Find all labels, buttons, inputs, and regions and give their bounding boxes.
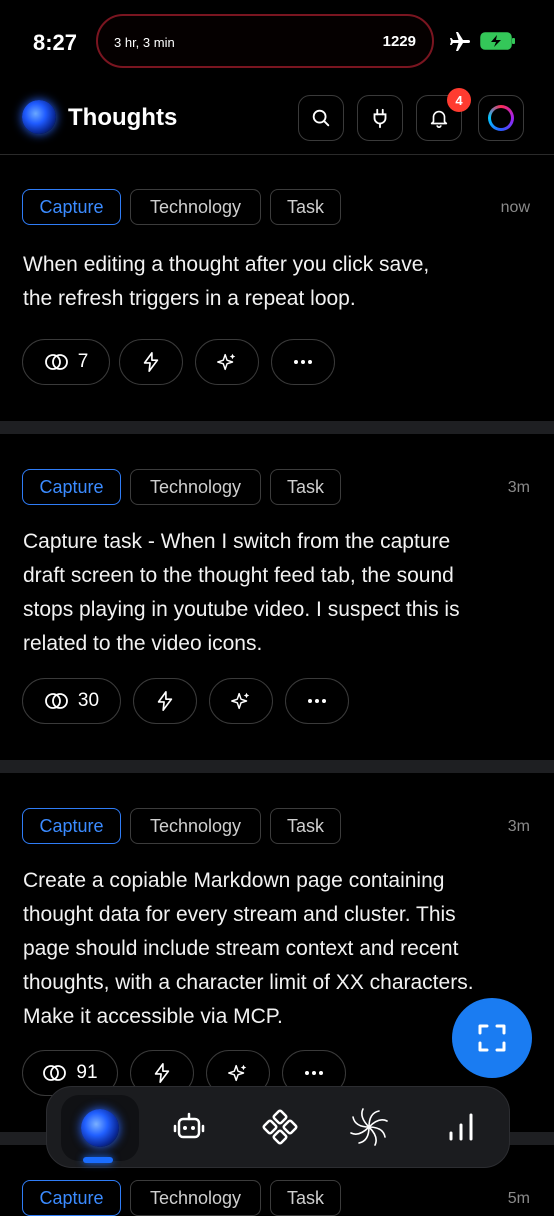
bell-icon	[430, 110, 448, 128]
tag-task[interactable]: Task	[270, 808, 341, 844]
thought-timestamp: 3m	[507, 818, 530, 835]
avatar	[488, 105, 514, 131]
ellipsis-icon	[305, 1071, 323, 1075]
tag-capture[interactable]: Capture	[22, 808, 121, 844]
tag-technology[interactable]: Technology	[130, 469, 261, 505]
lightning-icon	[154, 1063, 170, 1083]
tag-capture[interactable]: Capture	[22, 469, 121, 505]
links-button[interactable]: 30	[22, 678, 121, 724]
notifications-button[interactable]: 4	[416, 88, 471, 141]
lightning-icon	[143, 352, 159, 372]
thought-timestamp: 5m	[507, 1190, 530, 1207]
ellipsis-icon	[308, 699, 326, 703]
app-header: Thoughts 4	[0, 84, 554, 155]
overlap-circles-icon	[45, 693, 68, 709]
activity-duration: 3 hr, 3 min	[114, 35, 175, 50]
overlap-circles-icon	[43, 1065, 67, 1081]
tag-technology[interactable]: Technology	[130, 808, 261, 844]
robot-icon	[173, 1112, 205, 1139]
bar-chart-icon	[449, 1113, 473, 1141]
sparkle-icon	[228, 1064, 247, 1082]
quick-action-button[interactable]	[133, 678, 197, 724]
airplane-icon	[450, 32, 470, 51]
search-icon	[312, 109, 330, 127]
thought-timestamp: 3m	[507, 479, 530, 496]
tag-capture[interactable]: Capture	[22, 1180, 121, 1216]
activity-value: 1229	[382, 33, 416, 50]
sparkle-icon	[217, 353, 236, 371]
status-time: 8:27	[33, 30, 78, 55]
capture-fab[interactable]	[452, 998, 532, 1078]
ai-button[interactable]	[209, 678, 273, 724]
tag-task[interactable]: Task	[270, 189, 341, 225]
quick-action-button[interactable]	[119, 339, 183, 385]
lightning-icon	[157, 691, 173, 711]
integrations-button[interactable]	[357, 95, 403, 141]
more-button[interactable]	[285, 678, 349, 724]
app-logo	[22, 100, 56, 134]
nav-clusters[interactable]	[258, 1105, 302, 1149]
thought-timestamp: now	[500, 199, 530, 216]
more-button[interactable]	[271, 339, 335, 385]
card-divider	[0, 421, 554, 434]
ai-button[interactable]	[195, 339, 259, 385]
link-count: 7	[77, 351, 89, 372]
card-divider	[0, 760, 554, 773]
orb-icon	[81, 1109, 119, 1147]
page-title: Thoughts	[68, 104, 178, 131]
nav-thoughts[interactable]	[61, 1095, 139, 1161]
thought-text: Capture task - When I switch from the ca…	[23, 530, 460, 655]
nodes-icon	[262, 1109, 298, 1145]
link-count: 30	[77, 690, 100, 711]
ellipsis-icon	[294, 360, 312, 364]
tag-capture[interactable]: Capture	[22, 189, 121, 225]
plug-icon	[373, 108, 387, 129]
tag-technology[interactable]: Technology	[130, 1180, 261, 1216]
active-tab-indicator	[83, 1157, 113, 1163]
search-button[interactable]	[298, 95, 344, 141]
tag-task[interactable]: Task	[270, 469, 341, 505]
scan-frame-icon	[478, 1024, 506, 1052]
links-button[interactable]: 7	[22, 339, 110, 385]
thought-text: Create a copiable Markdown page containi…	[23, 869, 474, 1028]
dynamic-island-activity[interactable]: 3 hr, 3 min 1229	[96, 14, 434, 68]
profile-button[interactable]	[478, 95, 524, 141]
spiral-icon	[350, 1108, 388, 1146]
thought-text: When editing a thought after you click s…	[23, 253, 430, 310]
sparkle-icon	[231, 692, 250, 710]
link-count: 91	[76, 1062, 98, 1083]
bottom-nav	[46, 1086, 510, 1168]
nav-insights[interactable]	[439, 1105, 483, 1149]
status-bar: 8:27 3 hr, 3 min 1229	[0, 0, 554, 84]
battery-icon	[480, 32, 515, 50]
overlap-circles-icon	[44, 354, 68, 370]
notification-badge: 4	[447, 88, 471, 112]
nav-assistant[interactable]	[167, 1105, 211, 1149]
nav-streams[interactable]	[347, 1105, 391, 1149]
tag-task[interactable]: Task	[270, 1180, 341, 1216]
tag-technology[interactable]: Technology	[130, 189, 261, 225]
